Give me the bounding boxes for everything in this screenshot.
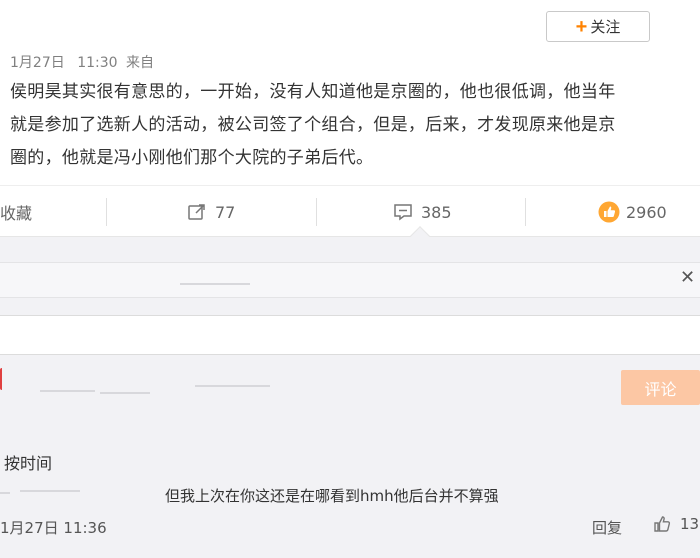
comment-like-count: 13	[680, 515, 700, 533]
submit-comment-button[interactable]: 评论	[621, 370, 700, 405]
repost-count: 77	[215, 202, 236, 222]
post-meta: 1月27日 11:30 来自	[10, 52, 154, 72]
post-date: 1月27日	[10, 55, 65, 71]
blurred-username	[20, 490, 80, 492]
action-bar: 收藏 77 385 2960	[0, 185, 700, 237]
follow-button[interactable]: + 关注	[546, 11, 650, 42]
blurred-avatar	[0, 368, 6, 390]
repost-icon	[188, 204, 205, 220]
close-icon[interactable]: ✕	[680, 267, 695, 288]
follow-label: 关注	[590, 19, 621, 36]
sort-by-time[interactable]: 按时间	[4, 450, 52, 474]
plus-icon: +	[575, 15, 588, 38]
post-line: 侯明昊其实很有意思的，一开始，没有人知道他是京圈的，他也很低调，他当年	[10, 82, 616, 102]
blurred-text	[100, 392, 150, 394]
post-source: 来自	[126, 55, 154, 71]
divider	[316, 198, 317, 226]
post-time: 11:30	[77, 55, 118, 71]
comment-input[interactable]	[0, 315, 700, 355]
comment-icon	[394, 204, 412, 221]
comment-time: 1月27日 11:36	[0, 519, 107, 537]
post-content: 侯明昊其实很有意思的，一开始，没有人知道他是京圈的，他也很低调，他当年 就是参加…	[10, 76, 700, 175]
reply-panel	[0, 262, 700, 298]
divider	[106, 198, 107, 226]
repost-button[interactable]: 77	[187, 186, 235, 238]
comment-count: 385	[421, 202, 452, 222]
blurred-text	[195, 385, 270, 387]
post-line: 圈的，他就是冯小刚他们那个大院的子弟后代。	[10, 148, 374, 168]
comment-text: 但我上次在你这还是在哪看到hmh他后台并不算强	[165, 487, 499, 505]
divider	[525, 198, 526, 226]
like-icon	[598, 201, 620, 223]
comment-like-button[interactable]: 13	[652, 514, 699, 534]
favorite-label: 收藏	[0, 204, 33, 223]
post-line: 就是参加了选新人的活动，被公司签了个组合，但是，后来，才发现原来他是京	[10, 115, 616, 135]
favorite-button[interactable]: 收藏	[0, 186, 32, 238]
like-outline-icon	[654, 516, 671, 532]
blurred-text	[180, 283, 250, 285]
like-count: 2960	[626, 202, 667, 222]
blurred-text	[40, 390, 95, 392]
reply-button[interactable]: 回复	[592, 517, 622, 538]
blurred-avatar	[0, 492, 10, 494]
like-button[interactable]: 2960	[598, 186, 667, 238]
